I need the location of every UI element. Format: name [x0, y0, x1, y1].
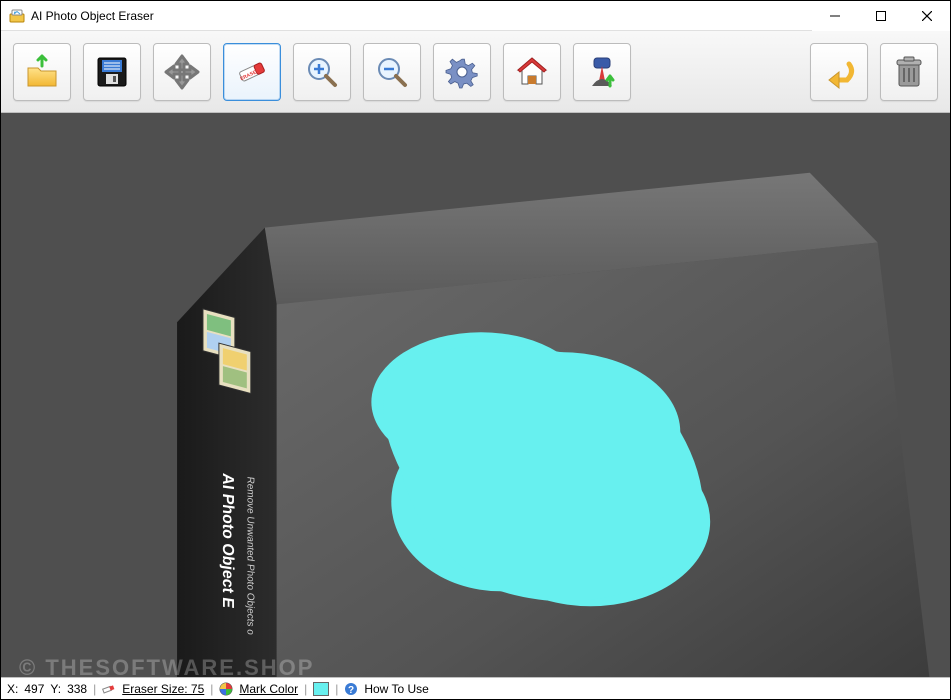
open-button[interactable] — [13, 43, 71, 101]
coord-x-value: 497 — [24, 682, 44, 696]
delete-button[interactable] — [880, 43, 938, 101]
zoom-out-icon — [372, 52, 412, 92]
eraser-size-icon — [102, 682, 116, 696]
titlebar: AI Photo Object Eraser — [1, 1, 950, 31]
statusbar: X: 497 Y: 338 | Eraser Size: 75 | Mark C… — [1, 677, 950, 699]
zoom-in-icon — [302, 52, 342, 92]
howto-link[interactable]: How To Use — [364, 682, 428, 696]
move-arrows-icon — [162, 52, 202, 92]
home-icon — [512, 52, 552, 92]
coord-x-label: X: — [7, 682, 18, 696]
eraser-size-link[interactable]: Eraser Size: 75 — [122, 682, 204, 696]
canvas-area[interactable]: AI Photo Object E Remove Unwanted Photo … — [1, 113, 950, 677]
home-button[interactable] — [503, 43, 561, 101]
undo-button[interactable] — [810, 43, 868, 101]
eraser-icon: ERASER — [232, 52, 272, 92]
svg-text:AI Photo Object E: AI Photo Object E — [219, 472, 237, 609]
window-title: AI Photo Object Eraser — [31, 9, 812, 23]
close-button[interactable] — [904, 1, 950, 31]
floppy-save-icon — [92, 52, 132, 92]
canvas-image: AI Photo Object E Remove Unwanted Photo … — [1, 113, 950, 677]
toolbar: ERASER — [1, 31, 950, 113]
register-button[interactable] — [573, 43, 631, 101]
window-controls — [812, 1, 950, 30]
person-badge-icon — [582, 52, 622, 92]
minimize-button[interactable] — [812, 1, 858, 31]
coord-y-value: 338 — [67, 682, 87, 696]
coord-y-label: Y: — [50, 682, 61, 696]
maximize-button[interactable] — [858, 1, 904, 31]
gear-icon — [442, 52, 482, 92]
app-icon — [9, 8, 25, 24]
trash-icon — [889, 52, 929, 92]
eraser-button[interactable]: ERASER — [223, 43, 281, 101]
zoom-in-button[interactable] — [293, 43, 351, 101]
mark-color-link[interactable]: Mark Color — [239, 682, 298, 696]
move-button[interactable] — [153, 43, 211, 101]
help-icon: ? — [344, 682, 358, 696]
svg-text:?: ? — [348, 685, 354, 696]
settings-button[interactable] — [433, 43, 491, 101]
mark-color-icon — [219, 682, 233, 696]
save-button[interactable] — [83, 43, 141, 101]
undo-arrow-icon — [819, 52, 859, 92]
svg-text:Remove Unwanted Photo Objects: Remove Unwanted Photo Objects o — [244, 476, 255, 636]
folder-open-icon — [22, 52, 62, 92]
zoom-out-button[interactable] — [363, 43, 421, 101]
mark-color-swatch[interactable] — [313, 682, 329, 696]
